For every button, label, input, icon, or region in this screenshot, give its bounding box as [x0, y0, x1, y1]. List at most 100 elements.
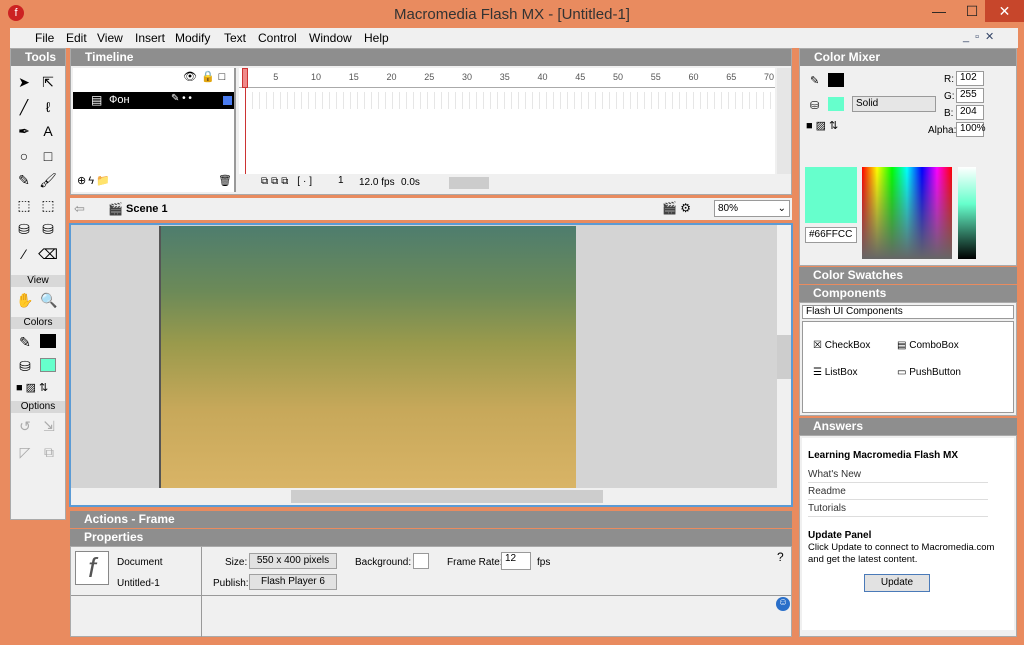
answers-panel: Learning Macromedia Flash MX What's New … — [799, 435, 1017, 637]
menu-insert[interactable]: Insert — [135, 31, 165, 45]
menu-edit[interactable]: Edit — [66, 31, 87, 45]
scene-label[interactable]: Scene 1 — [126, 203, 168, 215]
components-header[interactable]: Components — [799, 285, 1017, 302]
stroke-color-swatch[interactable] — [40, 334, 56, 348]
menu-modify[interactable]: Modify — [175, 31, 210, 45]
straighten-icon[interactable]: ◸ — [14, 441, 36, 463]
answers-header[interactable]: Answers — [799, 418, 1017, 435]
link-readme[interactable]: Readme — [808, 483, 988, 500]
arrow-icon[interactable]: ➤ — [13, 71, 35, 93]
onion-skin-buttons[interactable]: ⧉⧉⧉ [·] — [261, 176, 315, 187]
rectangle-icon[interactable]: □ — [37, 145, 59, 167]
frame-rate-display: 12.0 fps — [359, 177, 395, 188]
frame-rate-input[interactable]: 12 — [501, 552, 531, 570]
publish-button[interactable]: Flash Player 6 — [249, 574, 337, 590]
link-tutorials[interactable]: Tutorials — [808, 500, 988, 517]
fill-type-select[interactable]: Solid — [852, 96, 936, 112]
help-icon[interactable]: ? — [777, 550, 784, 564]
blue-input[interactable]: 204 — [956, 105, 984, 120]
stage-hscrollbar[interactable] — [71, 488, 791, 505]
timeline-hscroll-thumb[interactable] — [449, 177, 489, 189]
smooth-icon[interactable]: ⇲ — [38, 415, 60, 437]
mixer-color-buttons[interactable]: ■▨⇅ — [806, 119, 841, 132]
document-type: Document — [117, 557, 163, 568]
pencil-icon[interactable]: ✎ — [13, 169, 35, 191]
snap-icon[interactable]: ↺ — [14, 415, 36, 437]
brush-icon[interactable]: 🖌 — [37, 169, 59, 191]
frame-tick-label: 5 — [273, 72, 279, 82]
eraser-icon[interactable]: ⌫ — [37, 243, 59, 265]
ink-bottle-icon[interactable]: ⛁ — [13, 218, 35, 240]
back-arrow-icon[interactable]: ⇦ — [74, 201, 85, 217]
lasso-icon[interactable]: ℓ — [37, 96, 59, 118]
update-button[interactable]: Update — [864, 574, 930, 592]
maximize-button[interactable]: ☐ — [955, 0, 989, 22]
properties-header[interactable]: Properties — [70, 529, 792, 546]
timeline-vscrollbar[interactable] — [777, 68, 791, 174]
answers-heading: Learning Macromedia Flash MX — [808, 450, 959, 461]
text-icon[interactable]: A — [37, 120, 59, 142]
menu-view[interactable]: View — [97, 31, 123, 45]
green-input[interactable]: 255 — [956, 88, 984, 103]
menu-text[interactable]: Text — [224, 31, 246, 45]
mixer-fill-swatch[interactable] — [828, 97, 844, 111]
frame-grid[interactable]: 1510152025303540455055606570 — [239, 68, 775, 174]
layer-visibility-icons[interactable]: 👁🔒□ — [183, 70, 229, 83]
timeline-header[interactable]: Timeline — [71, 49, 791, 66]
subselect-icon[interactable]: ⇱ — [37, 71, 59, 93]
oval-icon[interactable]: ○ — [13, 145, 35, 167]
zoom-select[interactable]: 80% ⌄ — [714, 200, 790, 217]
close-button[interactable]: ✕ — [985, 0, 1024, 22]
stage-vscrollbar[interactable] — [777, 225, 791, 488]
line-icon[interactable]: ╱ — [13, 96, 35, 118]
size-label: Size: — [225, 557, 248, 568]
size-button[interactable]: 550 x 400 pixels — [249, 553, 337, 569]
red-input[interactable]: 102 — [956, 71, 984, 86]
option-icon[interactable]: ⧉ — [38, 441, 60, 463]
component-checkbox[interactable]: ☒ CheckBox — [813, 340, 870, 351]
free-transform-icon[interactable]: ⬚ — [13, 194, 35, 216]
color-swatches-header[interactable]: Color Swatches — [799, 267, 1017, 284]
paint-bucket-icon[interactable]: ⛁ — [37, 218, 59, 240]
menu-window[interactable]: Window — [309, 31, 352, 45]
hand-icon[interactable]: ✋ — [14, 289, 36, 311]
document-window-controls[interactable]: _▫✕ — [963, 30, 1023, 46]
update-text: Click Update to connect to Macromedia.co… — [808, 542, 995, 565]
edit-symbol-icon[interactable]: 🎬 ⚙ — [662, 201, 691, 215]
playhead[interactable] — [242, 68, 248, 88]
fill-transform-icon[interactable]: ⬚ — [37, 194, 59, 216]
brightness-slider[interactable] — [958, 167, 976, 259]
frame-tick-label: 70 — [763, 72, 774, 82]
color-mixer-header[interactable]: Color Mixer — [800, 49, 1016, 66]
layer-outline-color[interactable] — [223, 96, 232, 105]
delete-layer-icon[interactable]: 🗑 — [218, 174, 232, 187]
fill-color-swatch[interactable] — [40, 358, 56, 372]
eyedropper-icon[interactable]: ⁄ — [13, 243, 35, 265]
view-section-label: View — [11, 275, 65, 287]
zoom-icon[interactable]: 🔍 — [38, 289, 60, 311]
actions-header[interactable]: Actions - Frame — [70, 511, 792, 528]
menu-control[interactable]: Control — [258, 31, 297, 45]
background-color-swatch[interactable] — [413, 553, 429, 569]
mixer-stroke-swatch[interactable] — [828, 73, 844, 87]
stage-area[interactable] — [69, 223, 793, 507]
component-set-select[interactable]: Flash UI Components — [802, 305, 1014, 319]
component-pushbutton[interactable]: ▭ PushButton — [897, 367, 961, 378]
g-label: G: — [944, 91, 955, 102]
pen-icon[interactable]: ✒ — [13, 120, 35, 142]
component-listbox[interactable]: ☰ ListBox — [813, 367, 858, 378]
accessibility-icon[interactable]: ☺ — [776, 597, 790, 611]
component-combobox[interactable]: ▤ ComboBox — [897, 340, 959, 351]
hex-input[interactable]: #66FFCC — [805, 227, 857, 243]
layer-row[interactable]: ▤ Фон ✎ • • — [73, 92, 234, 109]
color-buttons[interactable]: ■▨⇅ — [16, 381, 51, 394]
color-spectrum[interactable] — [862, 167, 952, 259]
menu-file[interactable]: File — [35, 31, 54, 45]
layer-buttons[interactable]: ⊕ϟ📁 — [77, 174, 112, 187]
minimize-button[interactable]: — — [922, 0, 956, 22]
alpha-input[interactable]: 100% — [956, 122, 986, 137]
background-label: Background: — [355, 557, 412, 568]
menu-help[interactable]: Help — [364, 31, 389, 45]
frame-row[interactable] — [239, 92, 775, 109]
link-whats-new[interactable]: What's New — [808, 466, 988, 483]
